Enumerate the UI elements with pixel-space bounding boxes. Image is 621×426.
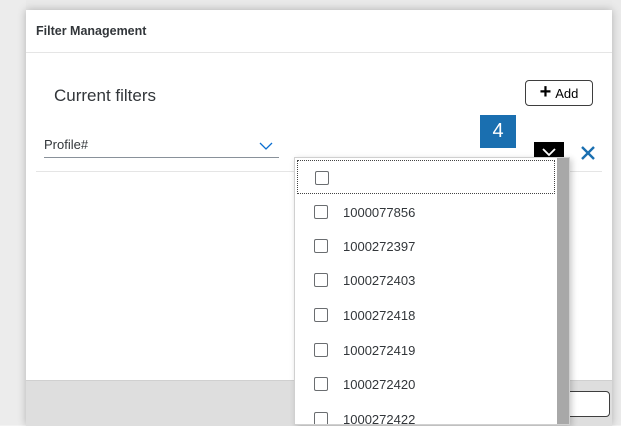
option-checkbox[interactable] xyxy=(314,377,328,391)
remove-filter-button[interactable] xyxy=(578,143,598,168)
option-row[interactable]: 1000272420 xyxy=(297,367,555,401)
option-checkbox[interactable] xyxy=(314,273,328,287)
option-row[interactable]: 1000077856 xyxy=(297,195,555,229)
option-row[interactable] xyxy=(297,160,555,194)
dropdown-scrollbar[interactable] xyxy=(557,158,569,424)
close-icon xyxy=(578,146,598,167)
dialog-title: Filter Management xyxy=(36,24,147,38)
plus-icon: + xyxy=(539,81,552,103)
option-row[interactable]: 1000272418 xyxy=(297,298,555,332)
step-number-badge: 4 xyxy=(480,115,516,148)
footer-button[interactable] xyxy=(564,391,610,417)
background-left xyxy=(0,0,26,425)
option-row[interactable]: 1000272403 xyxy=(297,263,555,297)
option-label: 1000272422 xyxy=(343,412,416,425)
option-label: 1000272403 xyxy=(343,273,416,288)
option-checkbox[interactable] xyxy=(314,308,328,322)
option-checkbox[interactable] xyxy=(314,205,328,219)
value-dropdown-list: 1000077856 1000272397 1000272403 1000272… xyxy=(294,157,570,425)
chevron-down-icon xyxy=(259,138,273,156)
option-row[interactable]: 1000272419 xyxy=(297,333,555,367)
current-filters-title: Current filters xyxy=(54,86,157,105)
add-filter-label: Add xyxy=(555,85,579,101)
option-row[interactable]: 1000272422 xyxy=(297,402,555,425)
option-checkbox[interactable] xyxy=(314,239,328,253)
option-label: 1000272420 xyxy=(343,377,416,392)
filter-field-select[interactable]: Profile# xyxy=(44,133,279,158)
option-checkbox[interactable] xyxy=(314,343,328,357)
option-label: 1000272397 xyxy=(343,239,416,254)
dialog-header: Filter Management xyxy=(26,10,612,53)
background-right xyxy=(612,0,621,425)
option-label: 1000272419 xyxy=(343,343,416,358)
option-checkbox[interactable] xyxy=(314,412,328,424)
option-checkbox[interactable] xyxy=(315,171,329,185)
filter-field-value: Profile# xyxy=(44,137,89,152)
option-row[interactable]: 1000272397 xyxy=(297,229,555,263)
option-label: 1000272418 xyxy=(343,308,416,323)
add-filter-button[interactable]: + Add xyxy=(525,80,593,106)
option-label: 1000077856 xyxy=(343,205,416,220)
